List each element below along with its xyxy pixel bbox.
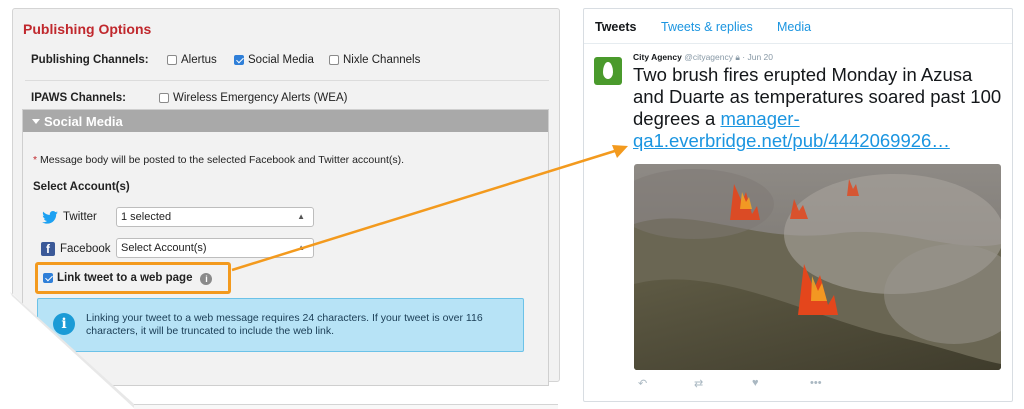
callout-arrow [231, 145, 628, 272]
